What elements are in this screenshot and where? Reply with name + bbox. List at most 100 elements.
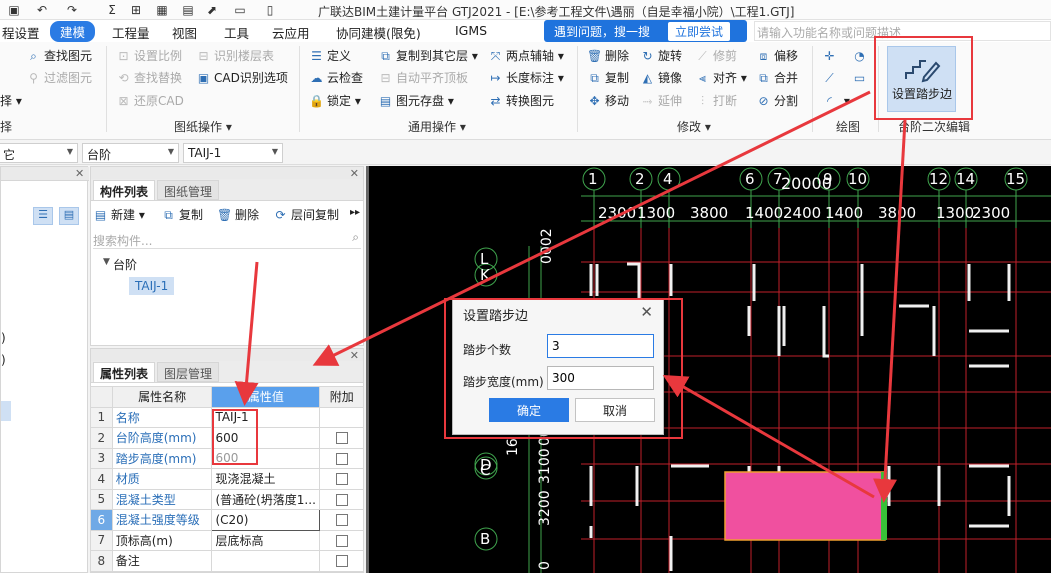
find-element-button[interactable]: ⌕ 查找图元 [26, 47, 92, 65]
redo-icon[interactable]: ↷ [64, 2, 80, 18]
menu-quantity[interactable]: 工程量 [112, 23, 150, 42]
menu-project-settings[interactable]: 程设置 [2, 23, 40, 42]
extra-checkbox[interactable] [335, 555, 348, 568]
selected-step-element[interactable] [724, 471, 886, 541]
element-save-button[interactable]: ▤ 图元存盘 ▾ [378, 92, 454, 110]
split-button[interactable]: ⊘ 分割 [756, 92, 798, 110]
tab-component-list[interactable]: 构件列表 [93, 180, 156, 200]
mirror-button[interactable]: ◭ 镜像 [640, 69, 682, 87]
delete-button[interactable]: 🗑 删除 [587, 47, 629, 65]
component-select[interactable]: TAIJ-1 ▼ [183, 143, 283, 163]
lock-button[interactable]: 🔒 锁定 ▾ [309, 92, 361, 110]
align-button[interactable]: ⫷ 对齐 ▾ [695, 69, 747, 87]
filter-element-button[interactable]: ⚲ 过滤图元 [26, 69, 92, 87]
grid-icon[interactable]: ⊞ [128, 2, 144, 18]
component-search-input[interactable]: 搜索构件... ⌕ [93, 229, 361, 249]
tree-item-selected[interactable]: TAIJ-1 [129, 277, 175, 295]
layout-icon[interactable]: ▯ [262, 2, 278, 18]
point-draw-icon[interactable]: ✛ [822, 47, 840, 65]
set-scale-button[interactable]: ⊡ 设置比例 [116, 47, 182, 65]
table-row[interactable]: 2 台阶高度(mm) 600 [90, 427, 364, 449]
table-row[interactable]: 5 混凝土类型 (普通砼(坍落度1... [90, 488, 364, 510]
table-icon[interactable]: ▦ [154, 2, 170, 18]
extra-checkbox[interactable] [335, 432, 348, 445]
close-icon[interactable]: ✕ [640, 303, 653, 321]
undo-icon[interactable]: ↶ [34, 2, 50, 18]
delete-component-button[interactable]: 🗑 删除 [217, 206, 259, 224]
move-button[interactable]: ✥ 移动 [587, 92, 629, 110]
function-search-input[interactable]: 请输入功能名称或问题描述 [754, 21, 1051, 41]
prop-value[interactable]: 现浇混凝土 [211, 468, 321, 490]
menu-modeling[interactable]: 建模 [50, 21, 96, 42]
prop-value[interactable]: TAIJ-1 [211, 406, 321, 428]
extra-checkbox[interactable] [335, 452, 348, 465]
save-icon[interactable]: ▣ [6, 2, 22, 18]
extend-button[interactable]: ⤑ 延伸 [640, 92, 682, 110]
ok-button[interactable]: 确定 [489, 398, 569, 422]
trim-button[interactable]: ⟋ 修剪 [695, 47, 737, 65]
view-icon[interactable]: ▤ [180, 2, 196, 18]
line-draw-icon[interactable]: ⟋ [822, 69, 840, 87]
prop-value[interactable]: 600 [211, 427, 321, 449]
find-replace-button[interactable]: ⟲ 查找替换 [116, 69, 182, 87]
tree-expand-icon[interactable]: ▼ [103, 257, 110, 267]
menu-collab[interactable]: 协同建模(限免) [336, 23, 421, 42]
category-select[interactable]: 它 ▼ [0, 143, 78, 163]
menu-cloud[interactable]: 云应用 [272, 23, 310, 42]
monitor-icon[interactable]: ▭ [232, 2, 248, 18]
arc-draw-icon[interactable]: ◜ ▾ [822, 92, 850, 110]
convert-element-button[interactable]: ⇄ 转换图元 [488, 92, 554, 110]
define-button[interactable]: ☰ 定义 [309, 47, 351, 65]
table-row[interactable]: 4 材质 现浇混凝土 [90, 468, 364, 490]
export-icon[interactable]: ⬈ [204, 2, 220, 18]
nav-selected-item[interactable] [1, 401, 11, 421]
table-row[interactable]: 8 备注 [90, 550, 364, 572]
circle-draw-icon[interactable]: ◔ [852, 47, 870, 65]
tab-layer-manage[interactable]: 图层管理 [157, 362, 220, 382]
menu-igms[interactable]: IGMS [455, 23, 487, 38]
select-dropdown[interactable]: 择 ▾ [0, 92, 22, 110]
tree-root[interactable]: 台阶 [113, 256, 137, 273]
cad-options-button[interactable]: ▣ CAD识别选项 [196, 69, 288, 87]
try-now-button[interactable]: 立即尝试 [668, 22, 731, 41]
list-view-icon[interactable]: ☰ [33, 207, 53, 225]
table-row[interactable]: 1 名称 TAIJ-1 [90, 406, 364, 428]
cancel-button[interactable]: 取消 [575, 398, 655, 422]
copy-component-button[interactable]: ⧉ 复制 [161, 206, 203, 224]
two-point-axis-button[interactable]: ⤧ 两点辅轴 ▾ [488, 47, 564, 65]
step-count-input[interactable] [547, 334, 654, 358]
close-icon[interactable]: ✕ [75, 167, 84, 180]
prop-value[interactable]: 600 [211, 447, 321, 469]
prop-value[interactable]: (普通砼(坍落度1... [211, 488, 321, 510]
extra-checkbox[interactable] [335, 534, 348, 547]
copy-to-other-floor-button[interactable]: ⧉ 复制到其它层 ▾ [378, 47, 478, 65]
menu-view[interactable]: 视图 [172, 23, 197, 42]
sum-icon[interactable]: Σ [104, 2, 120, 18]
prop-value[interactable] [211, 550, 321, 572]
length-dimension-button[interactable]: ↦ 长度标注 ▾ [488, 69, 563, 87]
prop-value[interactable]: 层底标高 [211, 529, 321, 551]
tab-property-list[interactable]: 属性列表 [93, 362, 156, 382]
more-icon[interactable]: ▸▸ [350, 207, 360, 218]
component-type-select[interactable]: 台阶 ▼ [82, 143, 179, 163]
extra-checkbox[interactable] [335, 514, 348, 527]
menu-tools[interactable]: 工具 [224, 23, 249, 42]
restore-cad-button[interactable]: ⊠ 还原CAD [116, 92, 183, 110]
tab-drawing-manage[interactable]: 图纸管理 [157, 180, 220, 200]
merge-button[interactable]: ⧉ 合并 [756, 69, 798, 87]
table-row[interactable]: 7 顶标高(m) 层底标高 [90, 529, 364, 551]
prop-value[interactable]: (C20) [211, 509, 321, 531]
detail-view-icon[interactable]: ▤ [59, 207, 79, 225]
table-row[interactable]: 6 混凝土强度等级 (C20) [90, 509, 364, 531]
cloud-check-button[interactable]: ☁ 云检查 [309, 69, 364, 87]
auto-align-slab-button[interactable]: ⊟ 自动平齐顶板 [378, 69, 468, 87]
copy-button[interactable]: ⧉ 复制 [587, 69, 629, 87]
step-width-input[interactable] [547, 366, 654, 390]
break-button[interactable]: ⫶ 打断 [695, 92, 737, 110]
extra-checkbox[interactable] [335, 493, 348, 506]
rect-draw-icon[interactable]: ▭ [852, 69, 870, 87]
set-step-edge-button[interactable]: 设置踏步边 [887, 46, 956, 112]
rotate-button[interactable]: ↻ 旋转 [640, 47, 682, 65]
table-row[interactable]: 3 踏步高度(mm) 600 [90, 447, 364, 469]
floor-copy-button[interactable]: ⟳ 层间复制 [273, 206, 339, 224]
